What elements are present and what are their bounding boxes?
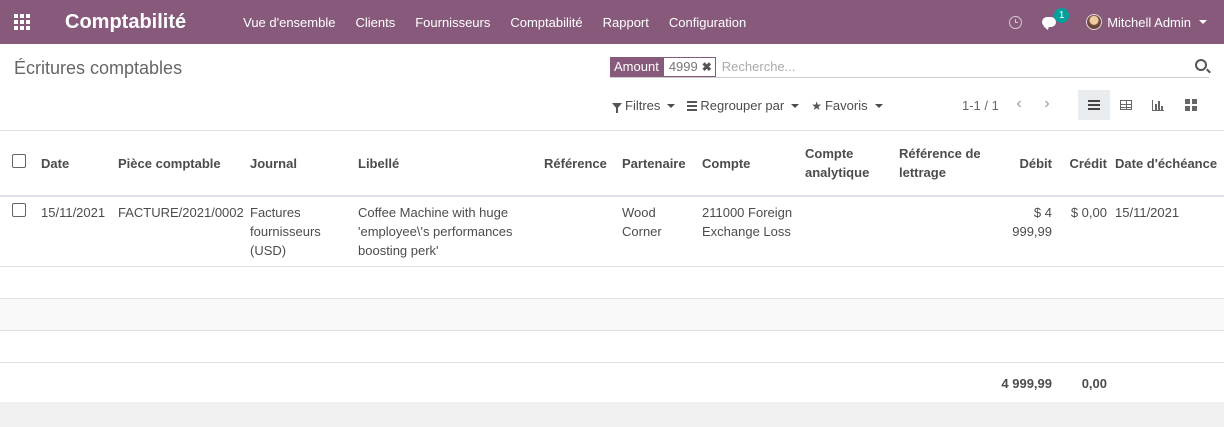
facet-value: 4999: [668, 58, 698, 74]
top-navbar: Comptabilité Vue d'ensemble Clients Four…: [0, 0, 1224, 44]
app-title[interactable]: Comptabilité: [65, 11, 186, 34]
search-input[interactable]: [721, 59, 1209, 74]
messages-button[interactable]: 1: [1042, 8, 1070, 30]
search-bar: Amount 4999 ✖: [610, 56, 1209, 78]
pager-value[interactable]: 1-1 / 1: [962, 98, 999, 113]
column-header-libelle[interactable]: Libellé: [354, 131, 540, 196]
list-view: Date Pièce comptable Journal Libellé Réf…: [0, 131, 1224, 402]
list-view-button[interactable]: [1078, 90, 1110, 120]
messages-count-badge: 1: [1054, 8, 1070, 23]
menu-item-reporting[interactable]: Rapport: [593, 15, 659, 30]
filters-label: Filtres: [625, 98, 661, 113]
empty-row: [0, 331, 1224, 363]
cell-ref-lettrage: [895, 196, 996, 267]
graph-icon: [1152, 99, 1164, 111]
kanban-icon: [1185, 99, 1197, 111]
search-facet: Amount 4999 ✖: [610, 56, 716, 77]
total-debit: 4 999,99: [1001, 376, 1052, 392]
column-header-compte[interactable]: Compte: [698, 131, 801, 196]
column-header-ref-lettrage[interactable]: Référence de lettrage: [895, 131, 996, 196]
column-header-partenaire[interactable]: Partenaire: [618, 131, 698, 196]
column-header-compte-analytique[interactable]: Compte analytique: [801, 131, 895, 196]
filters-dropdown[interactable]: Filtres: [612, 98, 676, 113]
select-all-checkbox[interactable]: [12, 153, 26, 168]
chevron-down-icon: [791, 103, 800, 108]
cell-piece: FACTURE/2021/0002: [118, 205, 244, 220]
apps-menu-button[interactable]: [0, 0, 44, 44]
journal-items-table: Date Pièce comptable Journal Libellé Réf…: [0, 131, 1224, 405]
column-header-journal[interactable]: Journal: [246, 131, 354, 196]
empty-row: [0, 267, 1224, 299]
column-header-echeance[interactable]: Date d'échéance: [1111, 131, 1224, 196]
menu-item-vendors[interactable]: Fournisseurs: [405, 15, 500, 30]
row-checkbox[interactable]: [12, 203, 26, 217]
column-header-credit[interactable]: Crédit: [1056, 131, 1111, 196]
star-icon: ★: [811, 98, 822, 113]
facet-label: Amount: [610, 56, 663, 77]
kanban-view-button[interactable]: [1175, 90, 1207, 120]
cell-compte-analytique: [801, 196, 895, 267]
pivot-view-button[interactable]: [1110, 90, 1142, 120]
groupby-dropdown[interactable]: Regrouper par: [687, 98, 800, 113]
cell-date: 15/11/2021: [41, 205, 106, 220]
table-header: Date Pièce comptable Journal Libellé Réf…: [0, 131, 1224, 196]
cell-credit: $ 0,00: [1070, 205, 1107, 220]
select-all-cell: [0, 131, 37, 196]
user-avatar[interactable]: [1086, 14, 1103, 30]
search-icon[interactable]: [1195, 59, 1207, 71]
filter-icon: [612, 102, 622, 113]
chevron-down-icon[interactable]: [1199, 20, 1207, 24]
main-menu: Vue d'ensemble Clients Fournisseurs Comp…: [233, 15, 756, 30]
breadcrumb: Écritures comptables: [14, 58, 183, 78]
facet-values: 4999 ✖: [662, 56, 716, 77]
search-options: Filtres Regrouper par ★ Favoris: [612, 98, 895, 113]
apps-grid-icon: [14, 14, 30, 30]
column-header-piece[interactable]: Pièce comptable: [114, 131, 246, 196]
column-header-date[interactable]: Date: [37, 131, 114, 196]
column-header-reference[interactable]: Référence: [540, 131, 618, 196]
systray: 1 Mitchell Admin: [1009, 0, 1224, 44]
list-icon: [1088, 100, 1100, 110]
facet-remove-icon[interactable]: ✖: [702, 58, 712, 76]
pager-next-button[interactable]: ›: [1039, 95, 1055, 113]
chevron-down-icon: [874, 103, 883, 108]
user-menu-name[interactable]: Mitchell Admin: [1107, 15, 1191, 30]
cell-libelle: Coffee Machine with huge 'employee\'s pe…: [358, 205, 513, 258]
groupby-label: Regrouper par: [700, 98, 785, 113]
totals-row: 4 999,99 0,00: [0, 363, 1224, 405]
chevron-down-icon: [667, 103, 676, 108]
cell-journal: Factures fournisseurs (USD): [250, 205, 321, 258]
activities-clock-icon[interactable]: [1009, 15, 1023, 29]
pivot-icon: [1120, 100, 1132, 110]
empty-row: [0, 298, 1224, 331]
favorites-label: Favoris: [824, 98, 868, 113]
total-credit: 0,00: [1081, 376, 1107, 392]
menu-item-overview[interactable]: Vue d'ensemble: [233, 15, 345, 30]
graph-view-button[interactable]: [1142, 90, 1174, 120]
cell-compte: 211000 Foreign Exchange Loss: [702, 205, 793, 239]
menu-item-accounting[interactable]: Comptabilité: [500, 15, 592, 30]
cell-echeance: 15/11/2021: [1115, 205, 1180, 220]
menu-item-customers[interactable]: Clients: [345, 15, 405, 30]
cell-debit: $ 4 999,99: [1012, 205, 1052, 239]
cell-partenaire: Wood Corner: [622, 205, 662, 239]
menu-item-configuration[interactable]: Configuration: [659, 15, 756, 30]
column-header-debit[interactable]: Débit: [996, 131, 1056, 196]
pager-previous-button[interactable]: ‹: [1011, 95, 1027, 113]
row-select-cell: [0, 196, 37, 267]
control-panel: Écritures comptables Amount 4999 ✖ Filtr…: [0, 44, 1224, 131]
cell-reference: [540, 196, 618, 267]
favorites-dropdown[interactable]: ★ Favoris: [811, 98, 883, 113]
bars-icon: [687, 100, 698, 111]
table-row[interactable]: 15/11/2021 FACTURE/2021/0002 Factures fo…: [0, 196, 1224, 267]
